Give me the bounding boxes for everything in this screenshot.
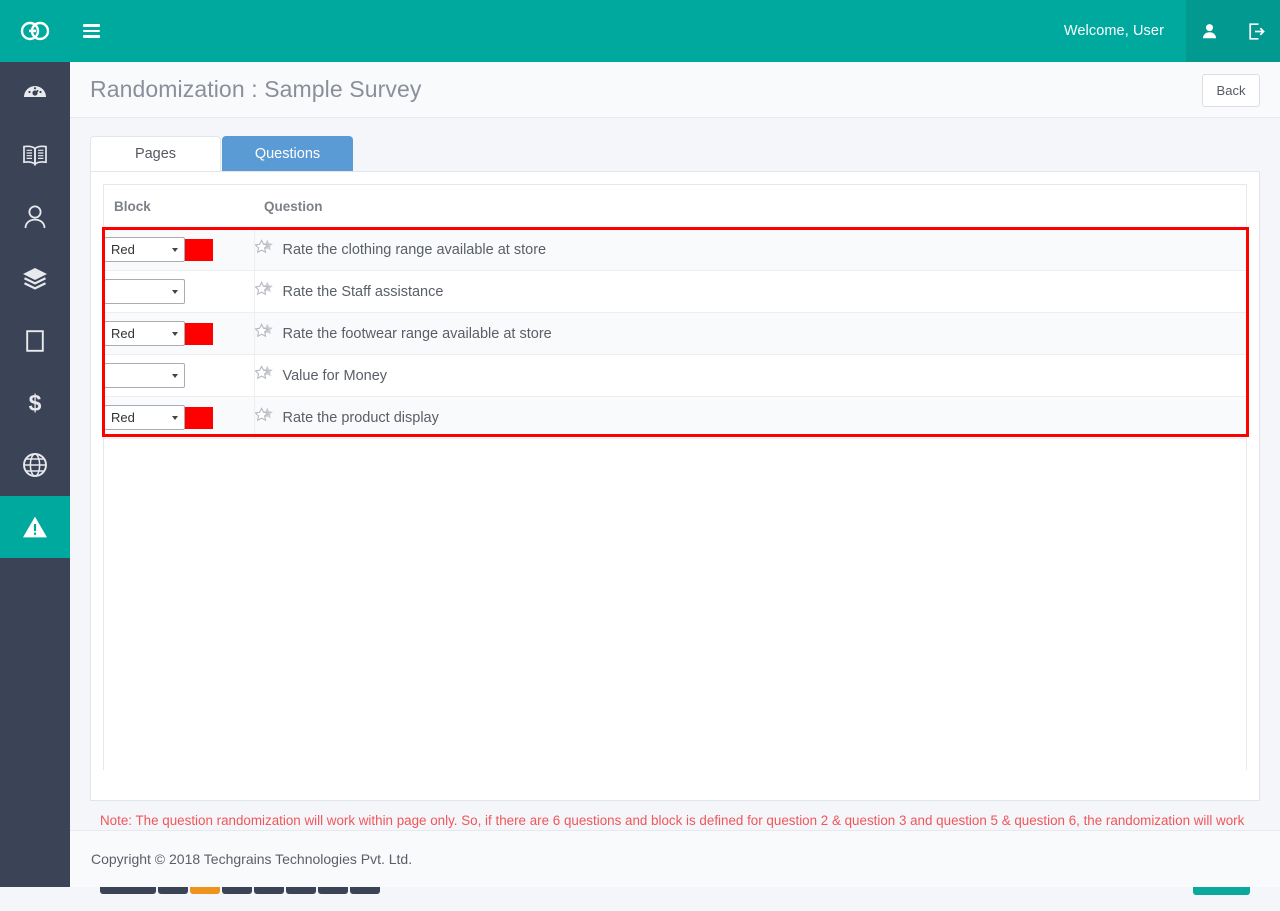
sidebar-item-forms[interactable] <box>0 310 70 372</box>
block-select[interactable] <box>104 363 185 388</box>
cell-swatch <box>179 396 254 439</box>
chevron-down-icon <box>172 415 178 420</box>
sidebar-item-web[interactable] <box>0 434 70 496</box>
table-row: Red <box>104 396 1247 439</box>
block-select-value: Red <box>111 410 135 425</box>
star-rating-icon <box>253 406 274 429</box>
logout-icon <box>1248 22 1265 40</box>
cell-swatch <box>179 312 254 355</box>
tab-bar: Pages Questions <box>90 136 1260 171</box>
sidebar-item-billing[interactable]: $ <box>0 372 70 434</box>
go-logo <box>19 21 51 41</box>
table-head: Block Question <box>104 185 1246 229</box>
footer: Copyright © 2018 Techgrains Technologies… <box>70 830 1280 887</box>
question-cell: Rate the product display <box>253 406 1247 429</box>
chevron-down-icon <box>172 289 178 294</box>
warning-triangle-icon <box>22 515 48 539</box>
cell-question: Rate the Staff assistance <box>253 270 1247 313</box>
block-select[interactable]: Red <box>104 405 185 430</box>
main-content: Randomization : Sample Survey Back Pages… <box>70 62 1280 895</box>
chevron-down-icon <box>172 331 178 336</box>
question-text: Rate the footwear range available at sto… <box>282 325 552 342</box>
star-rating-icon <box>253 322 274 345</box>
sidebar-item-users[interactable] <box>0 186 70 248</box>
sidebar-item-dashboard[interactable] <box>0 62 70 124</box>
questions-panel: Block Question Red Rate the clothing ran… <box>90 171 1260 801</box>
square-icon <box>26 330 44 352</box>
table-wrapper: Block Question Red Rate the clothing ran… <box>91 172 1259 770</box>
question-text: Rate the product display <box>282 409 439 426</box>
copyright-text: Copyright © 2018 Techgrains Technologies… <box>91 851 413 867</box>
cell-swatch <box>179 228 254 271</box>
table-body: Red Rate the clothing range available at… <box>104 228 1247 439</box>
table-header-row: Block Question <box>104 185 1246 229</box>
hamburger-bars <box>82 21 100 42</box>
svg-text:$: $ <box>29 390 42 416</box>
page-header: Randomization : Sample Survey Back <box>70 62 1280 118</box>
block-select[interactable] <box>104 279 185 304</box>
content-area: Pages Questions Block Question Red Rate … <box>70 118 1280 911</box>
cell-block: Red <box>104 312 185 355</box>
question-text: Rate the clothing range available at sto… <box>282 241 547 258</box>
cell-question: Value for Money <box>253 354 1247 397</box>
star-rating-icon <box>253 364 274 387</box>
cell-block: Red <box>104 228 185 271</box>
question-cell: Rate the footwear range available at sto… <box>253 322 1247 345</box>
cell-swatch <box>179 270 254 313</box>
dollar-icon: $ <box>25 390 45 416</box>
sidebar-item-randomization[interactable] <box>0 496 70 558</box>
star-rating-icon <box>253 238 274 261</box>
top-navbar: Welcome, User <box>0 0 1280 62</box>
table-row: Red <box>104 312 1247 355</box>
question-text: Rate the Staff assistance <box>282 283 444 300</box>
brand-logo[interactable] <box>0 0 70 62</box>
block-select-value: Red <box>111 242 135 257</box>
book-icon <box>22 143 48 167</box>
question-cell: Rate the clothing range available at sto… <box>253 238 1247 261</box>
user-icon <box>1202 23 1217 39</box>
block-select[interactable]: Red <box>104 237 185 262</box>
block-select[interactable]: Red <box>104 321 185 346</box>
profile-button[interactable] <box>1186 0 1233 62</box>
logout-button[interactable] <box>1233 0 1280 62</box>
page-title: Randomization : Sample Survey <box>90 76 422 102</box>
tab-pages[interactable]: Pages <box>90 136 221 171</box>
cell-question: Rate the clothing range available at sto… <box>253 228 1247 271</box>
question-cell: Value for Money <box>253 364 1247 387</box>
tab-questions[interactable]: Questions <box>222 136 353 171</box>
cell-question: Rate the footwear range available at sto… <box>253 312 1247 355</box>
questions-table: Block Question Red Rate the clothing ran… <box>104 185 1246 439</box>
cell-block: Red <box>104 396 185 439</box>
chevron-down-icon <box>172 373 178 378</box>
sidebar-item-library[interactable] <box>0 124 70 186</box>
star-rating-icon <box>253 280 274 303</box>
question-cell: Rate the Staff assistance <box>253 280 1247 303</box>
layers-icon <box>21 266 49 292</box>
table-row: Rate the Staff assistance <box>104 270 1247 313</box>
cell-question: Rate the product display <box>253 396 1247 439</box>
column-header-question: Question <box>254 185 1246 229</box>
dashboard-gauge-icon <box>22 80 48 106</box>
column-header-block: Block <box>104 185 254 229</box>
sidebar: $ <box>0 62 70 887</box>
hamburger-menu-icon[interactable] <box>70 0 112 62</box>
table-row: Red <box>104 228 1247 271</box>
cell-block <box>104 270 185 313</box>
question-text: Value for Money <box>282 367 388 384</box>
block-select-value: Red <box>111 326 135 341</box>
cell-block <box>104 354 185 397</box>
chevron-down-icon <box>172 247 178 252</box>
sidebar-item-layers[interactable] <box>0 248 70 310</box>
table-row: Value for Money <box>104 354 1247 397</box>
welcome-text: Welcome, User <box>1063 23 1164 39</box>
table-box: Block Question Red Rate the clothing ran… <box>103 184 1247 770</box>
cell-swatch <box>179 354 254 397</box>
back-button[interactable]: Back <box>1202 74 1260 107</box>
globe-icon <box>22 452 48 478</box>
user-icon <box>23 204 47 230</box>
